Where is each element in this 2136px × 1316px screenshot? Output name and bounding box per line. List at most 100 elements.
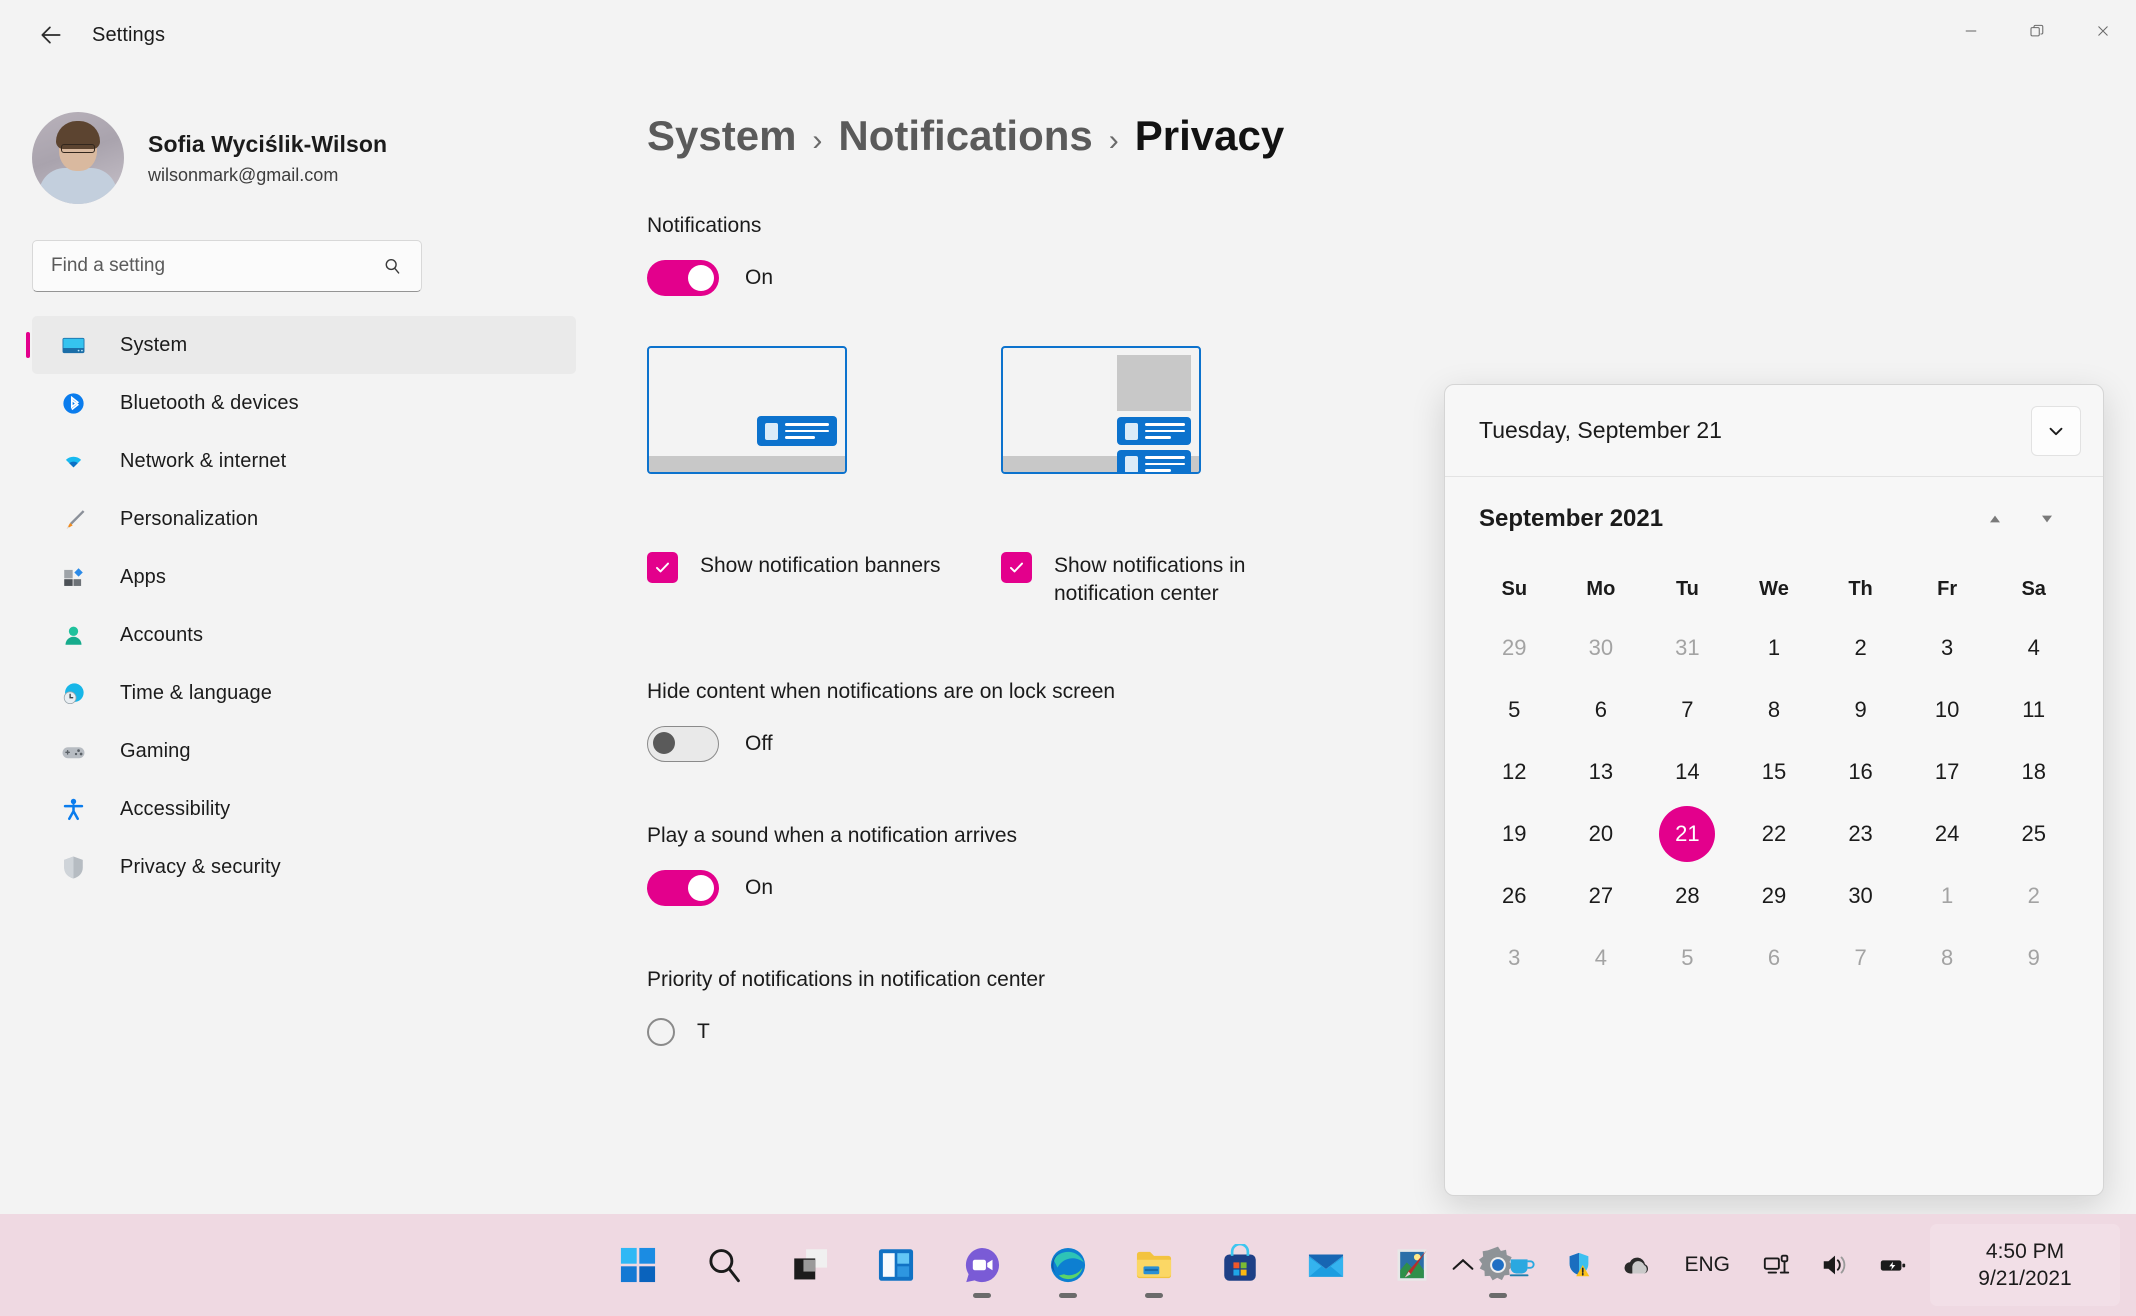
calendar-day[interactable]: 28 [1644,865,1731,927]
calendar-day[interactable]: 11 [1990,679,2077,741]
calendar-day[interactable]: 3 [1471,927,1558,989]
calendar-day[interactable]: 26 [1471,865,1558,927]
checkbox-show-banners[interactable]: Show notification banners [647,552,941,583]
calendar-day[interactable]: 1 [1904,865,1991,927]
priority-radio[interactable] [647,1018,675,1046]
taskbar-start-button[interactable] [606,1233,670,1297]
close-button[interactable] [2070,0,2136,62]
sidebar-item-bluetooth-devices[interactable]: Bluetooth & devices [32,374,576,432]
calendar-month-label[interactable]: September 2021 [1479,505,1969,533]
search-input[interactable]: Find a setting [32,240,422,292]
calendar-day[interactable]: 22 [1731,803,1818,865]
calendar-day[interactable]: 20 [1558,803,1645,865]
calendar-day[interactable]: 7 [1817,927,1904,989]
calendar-day-today[interactable]: 21 [1644,803,1731,865]
calendar-day[interactable]: 18 [1990,741,2077,803]
calendar-day[interactable]: 29 [1731,865,1818,927]
taskbar-widgets-button[interactable] [864,1233,928,1297]
calendar-expand-button[interactable] [2031,405,2081,456]
taskbar-mail-button[interactable] [1294,1233,1358,1297]
calendar-day[interactable]: 3 [1904,617,1991,679]
calendar-day[interactable]: 30 [1817,865,1904,927]
account-block[interactable]: Sofia Wyciślik-Wilson wilsonmark@gmail.c… [32,112,600,204]
calendar-day[interactable]: 10 [1904,679,1991,741]
taskbar-clock[interactable]: 4:50 PM 9/21/2021 [1930,1224,2120,1306]
minimize-button[interactable] [1938,0,2004,62]
tray-battery[interactable] [1874,1238,1912,1292]
taskbar-task-view-button[interactable] [778,1233,842,1297]
sidebar-item-system[interactable]: System [26,316,576,374]
restore-button[interactable] [2004,0,2070,62]
calendar-day[interactable]: 9 [1817,679,1904,741]
notifications-toggle[interactable] [647,260,719,296]
calendar-day[interactable]: 30 [1558,617,1645,679]
calendar-day[interactable]: 4 [1990,617,2077,679]
calendar-day[interactable]: 8 [1731,679,1818,741]
calendar-day[interactable]: 31 [1644,617,1731,679]
calendar-day[interactable]: 25 [1990,803,2077,865]
sidebar-nav: System Bluetooth & devices Network & inter… [0,316,600,896]
tray-network-remote[interactable] [1758,1238,1796,1292]
sidebar-item-time-language[interactable]: Time & language [32,664,576,722]
play-sound-toggle[interactable] [647,870,719,906]
calendar-day[interactable]: 14 [1644,741,1731,803]
taskbar-search-button[interactable] [692,1233,756,1297]
calendar-day[interactable]: 16 [1817,741,1904,803]
taskbar-microsoft-store-button[interactable] [1208,1233,1272,1297]
calendar-day[interactable]: 13 [1558,741,1645,803]
taskbar-edge-button[interactable] [1036,1233,1100,1297]
minimize-icon [1965,30,1977,32]
calendar-day[interactable]: 6 [1731,927,1818,989]
sidebar-item-privacy-security[interactable]: Privacy & security [32,838,576,896]
calendar-day[interactable]: 2 [1817,617,1904,679]
sidebar-item-accessibility[interactable]: Accessibility [32,780,576,838]
window-controls [1938,0,2136,62]
sidebar-item-gaming[interactable]: Gaming [32,722,576,780]
notification-banner-preview[interactable] [647,346,847,474]
calendar-day[interactable]: 6 [1558,679,1645,741]
calendar-day[interactable]: 23 [1817,803,1904,865]
calendar-day[interactable]: 5 [1644,927,1731,989]
calendar-day-name: Th [1848,577,1873,600]
triangle-up-icon [1990,515,2000,523]
checkbox-show-in-center[interactable]: Show notifications in notification cente… [1001,552,1331,608]
tray-volume[interactable] [1816,1238,1854,1292]
taskbar-file-explorer-button[interactable] [1122,1233,1186,1297]
sidebar-item-network-internet[interactable]: Network & internet [32,432,576,490]
task-view-icon [789,1244,831,1286]
calendar-day[interactable]: 4 [1558,927,1645,989]
calendar-day[interactable]: 1 [1731,617,1818,679]
back-button[interactable] [22,11,80,59]
sidebar-item-personalization[interactable]: Personalization [32,490,576,548]
sidebar-item-accounts[interactable]: Accounts [32,606,576,664]
calendar-day[interactable]: 7 [1644,679,1731,741]
tray-coffee-cup[interactable] [1502,1238,1540,1292]
calendar-next-button[interactable] [2021,496,2073,542]
taskbar-paint-button[interactable] [1380,1233,1444,1297]
tray-chevron-up[interactable] [1444,1238,1482,1292]
notifications-toggle-row: On [647,260,2136,296]
taskbar-chat-button[interactable] [950,1233,1014,1297]
notification-center-preview[interactable] [1001,346,1201,474]
calendar-day[interactable]: 19 [1471,803,1558,865]
tray-onedrive-cloud[interactable] [1618,1238,1656,1292]
calendar-day[interactable]: 5 [1471,679,1558,741]
breadcrumb-item-system[interactable]: System [647,112,796,160]
calendar-day[interactable]: 8 [1904,927,1991,989]
network-remote-icon [1762,1250,1792,1280]
calendar-day[interactable]: 9 [1990,927,2077,989]
breadcrumb-item-notifications[interactable]: Notifications [838,112,1092,160]
sidebar-item-apps[interactable]: Apps [32,548,576,606]
calendar-day[interactable]: 2 [1990,865,2077,927]
calendar-week-row: 19 20 21 22 23 24 25 [1471,803,2077,865]
calendar-day[interactable]: 24 [1904,803,1991,865]
calendar-day[interactable]: 27 [1558,865,1645,927]
calendar-day[interactable]: 15 [1731,741,1818,803]
calendar-day[interactable]: 17 [1904,741,1991,803]
calendar-day[interactable]: 29 [1471,617,1558,679]
tray-defender-shield-warning[interactable] [1560,1238,1598,1292]
tray-language-indicator[interactable]: ENG [1676,1253,1738,1277]
calendar-day[interactable]: 12 [1471,741,1558,803]
calendar-prev-button[interactable] [1969,496,2021,542]
hide-content-toggle[interactable] [647,726,719,762]
